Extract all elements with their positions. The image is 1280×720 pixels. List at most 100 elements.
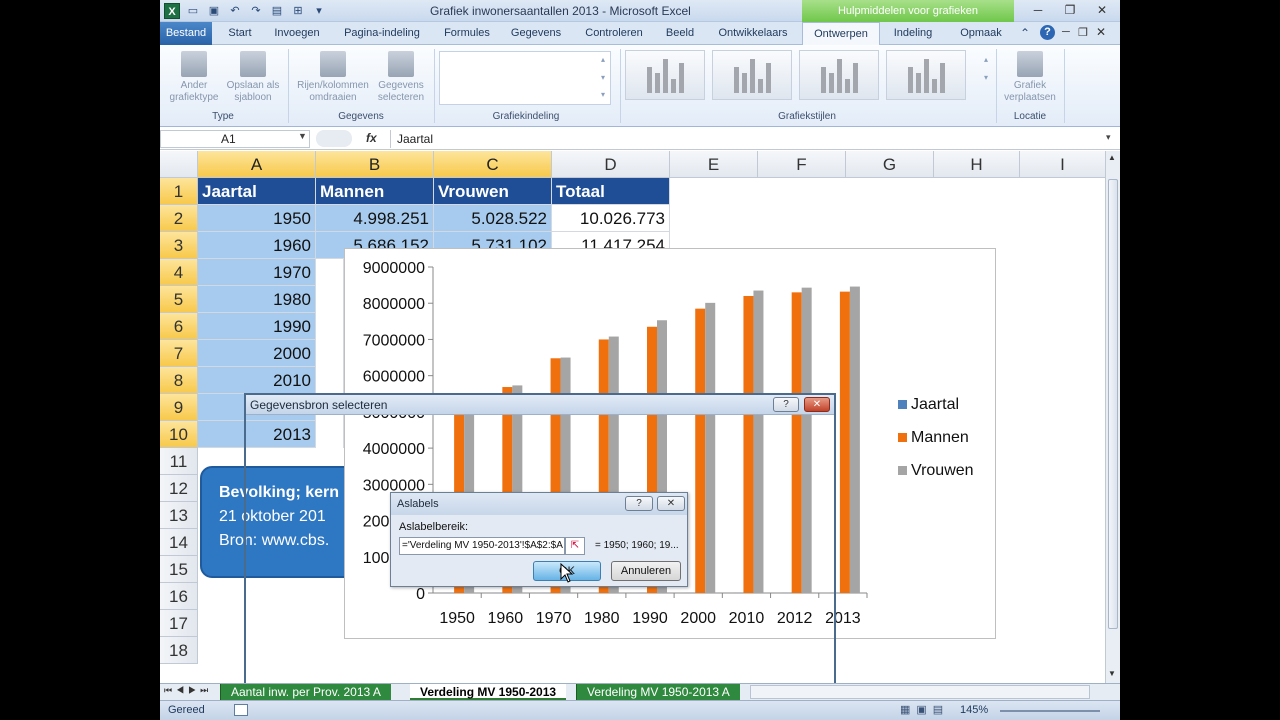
cell-a2[interactable]: 1950: [198, 205, 316, 232]
row-header-17[interactable]: 17: [160, 610, 198, 637]
gallery-more-icon[interactable]: ▾: [601, 90, 605, 99]
help-icon[interactable]: ?: [1040, 25, 1055, 40]
cell-a5[interactable]: 1980: [198, 286, 316, 313]
change-chart-type-button[interactable]: Ander grafiektype: [164, 51, 224, 104]
gallery-scroll-up-icon[interactable]: ▴: [601, 55, 605, 64]
col-header-d[interactable]: D: [552, 151, 670, 178]
tab-controleren[interactable]: Controleren: [578, 22, 650, 45]
doc-close-icon[interactable]: ✕: [1096, 25, 1106, 39]
bar-mannen-2013[interactable]: [839, 291, 850, 593]
print-preview-icon[interactable]: ▤: [269, 3, 285, 19]
sheet-tab-aantal-inw[interactable]: Aantal inw. per Prov. 2013 A: [220, 684, 391, 700]
chart-style-4[interactable]: [886, 50, 966, 100]
cell-a8[interactable]: 2010: [198, 367, 316, 394]
scroll-up-icon[interactable]: ▲: [1108, 153, 1116, 162]
cell-a4[interactable]: 1970: [198, 259, 316, 286]
cell-c2[interactable]: 5.028.522: [434, 205, 552, 232]
col-header-f[interactable]: F: [758, 151, 846, 178]
tab-ontwikkelaars[interactable]: Ontwikkelaars: [712, 22, 794, 45]
move-chart-button[interactable]: Grafiek verplaatsen: [998, 51, 1062, 104]
customize-qat-icon[interactable]: ▾: [311, 3, 327, 19]
styles-scroll-down-icon[interactable]: ▾: [984, 73, 988, 82]
tab-ontwerpen[interactable]: Ontwerpen: [802, 22, 880, 46]
row-header-5[interactable]: 5: [160, 286, 198, 313]
col-header-e[interactable]: E: [670, 151, 758, 178]
sheet-tab-verdeling-mv-a[interactable]: Verdeling MV 1950-2013 A: [576, 684, 740, 700]
row-header-6[interactable]: 6: [160, 313, 198, 340]
row-header-15[interactable]: 15: [160, 556, 198, 583]
cell-d1[interactable]: Totaal: [552, 178, 670, 205]
row-header-3[interactable]: 3: [160, 232, 198, 259]
row-header-9[interactable]: 9: [160, 394, 198, 421]
row-header-16[interactable]: 16: [160, 583, 198, 610]
col-header-b[interactable]: B: [316, 151, 434, 178]
row-header-10[interactable]: 10: [160, 421, 198, 448]
gallery-scroll-down-icon[interactable]: ▾: [601, 73, 605, 82]
scroll-thumb[interactable]: [1108, 179, 1118, 629]
close-icon[interactable]: ✕: [1090, 2, 1114, 19]
cell-a1[interactable]: Jaartal: [198, 178, 316, 205]
col-header-c[interactable]: C: [434, 151, 552, 178]
chart-layout-gallery[interactable]: [439, 51, 611, 105]
insert-function-icon[interactable]: fx: [366, 131, 377, 145]
row-header-8[interactable]: 8: [160, 367, 198, 394]
save-as-template-button[interactable]: Opslaan als sjabloon: [222, 51, 284, 104]
undo-icon[interactable]: ↶: [227, 3, 243, 19]
row-header-18[interactable]: 18: [160, 637, 198, 664]
row-header-1[interactable]: 1: [160, 178, 198, 205]
minimize-icon[interactable]: ─: [1026, 2, 1050, 19]
zoom-level[interactable]: 145%: [960, 701, 988, 720]
chart-style-1[interactable]: [625, 50, 705, 100]
form-icon[interactable]: ⊞: [290, 3, 306, 19]
macro-record-icon[interactable]: [234, 704, 248, 716]
row-header-2[interactable]: 2: [160, 205, 198, 232]
select-all-corner[interactable]: [160, 151, 198, 178]
zoom-slider[interactable]: [1000, 710, 1100, 712]
row-header-11[interactable]: 11: [160, 448, 198, 475]
tab-pagina-indeling[interactable]: Pagina-indeling: [336, 22, 428, 45]
scroll-down-icon[interactable]: ▼: [1108, 669, 1116, 678]
switch-row-column-button[interactable]: Rijen/kolommen omdraaien: [292, 51, 374, 104]
minimize-ribbon-icon[interactable]: ⌃: [1020, 26, 1030, 40]
col-header-g[interactable]: G: [846, 151, 934, 178]
bar-vrouwen-2013[interactable]: [849, 286, 860, 593]
horizontal-scrollbar[interactable]: [750, 685, 1090, 699]
tab-invoegen[interactable]: Invoegen: [268, 22, 326, 45]
view-buttons-icon[interactable]: ▦▣▤: [900, 701, 949, 720]
formula-input[interactable]: Jaartal: [390, 130, 1110, 148]
tab-indeling[interactable]: Indeling: [886, 22, 940, 45]
axis-dialog-help-button[interactable]: ?: [625, 496, 653, 511]
col-header-h[interactable]: H: [934, 151, 1020, 178]
styles-scroll-up-icon[interactable]: ▴: [984, 55, 988, 64]
sheet-nav-icons[interactable]: ⏮◀▶⏭: [164, 685, 212, 696]
sheet-tab-verdeling-mv[interactable]: Verdeling MV 1950-2013: [410, 684, 567, 700]
tab-gegevens[interactable]: Gegevens: [506, 22, 566, 45]
cell-b1[interactable]: Mannen: [316, 178, 434, 205]
chart-style-2[interactable]: [712, 50, 792, 100]
tab-bestand[interactable]: Bestand: [160, 22, 212, 45]
col-header-i[interactable]: I: [1020, 151, 1106, 178]
restore-icon[interactable]: ❐: [1058, 2, 1082, 19]
name-box-dropdown-icon[interactable]: ▼: [298, 131, 307, 141]
redo-icon[interactable]: ↷: [248, 3, 264, 19]
axis-range-input[interactable]: ='Verdeling MV 1950-2013'!$A$2:$A: [399, 537, 565, 555]
name-box[interactable]: A1: [160, 130, 310, 148]
col-header-a[interactable]: A: [198, 151, 316, 178]
doc-restore-icon[interactable]: ❐: [1078, 26, 1088, 39]
row-header-14[interactable]: 14: [160, 529, 198, 556]
tab-beeld[interactable]: Beeld: [660, 22, 700, 45]
tab-formules[interactable]: Formules: [440, 22, 494, 45]
doc-minimize-icon[interactable]: ─: [1062, 26, 1070, 38]
vertical-scrollbar[interactable]: ▲ ▼: [1105, 151, 1120, 683]
tab-start[interactable]: Start: [222, 22, 258, 45]
cell-a3[interactable]: 1960: [198, 232, 316, 259]
formula-splitter[interactable]: [316, 130, 352, 147]
cell-d2[interactable]: 10.026.773: [552, 205, 670, 232]
collapse-dialog-icon[interactable]: ⇱: [565, 537, 585, 555]
cancel-button[interactable]: Annuleren: [611, 561, 681, 581]
row-header-7[interactable]: 7: [160, 340, 198, 367]
axis-dialog-close-button[interactable]: ✕: [657, 496, 685, 511]
dialog-help-button[interactable]: ?: [773, 397, 799, 412]
select-data-button[interactable]: Gegevens selecteren: [374, 51, 428, 104]
cell-a6[interactable]: 1990: [198, 313, 316, 340]
